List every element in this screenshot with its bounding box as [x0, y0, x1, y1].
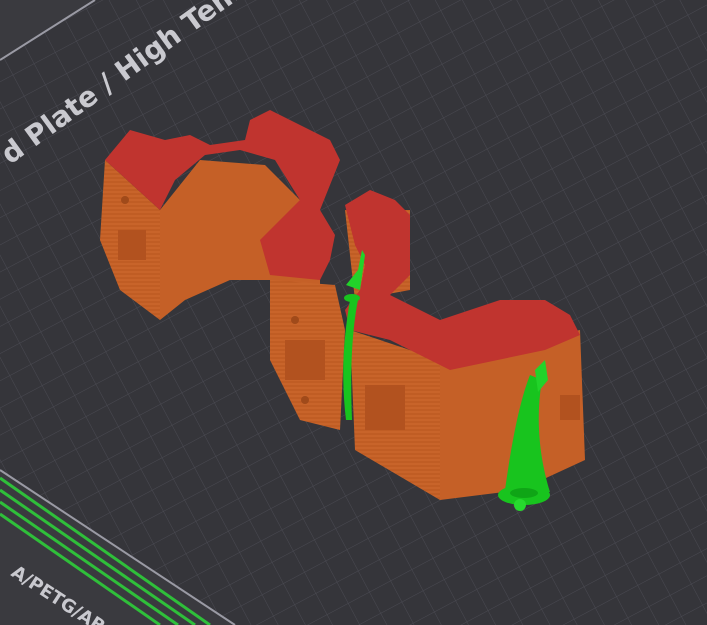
clamp-left-screw-3: [301, 396, 309, 404]
clamp-left-screw-2: [291, 316, 299, 324]
clamp-right-hole-1: [365, 385, 405, 430]
3d-viewport[interactable]: d Plate / High Tem A/PETG/AB: [0, 0, 707, 625]
clamp-right-hole-2: [560, 395, 580, 420]
clamp-left-hole-2: [285, 340, 325, 380]
clamp-left-hole-1: [118, 230, 146, 260]
clamp-left-screw-1: [121, 196, 129, 204]
